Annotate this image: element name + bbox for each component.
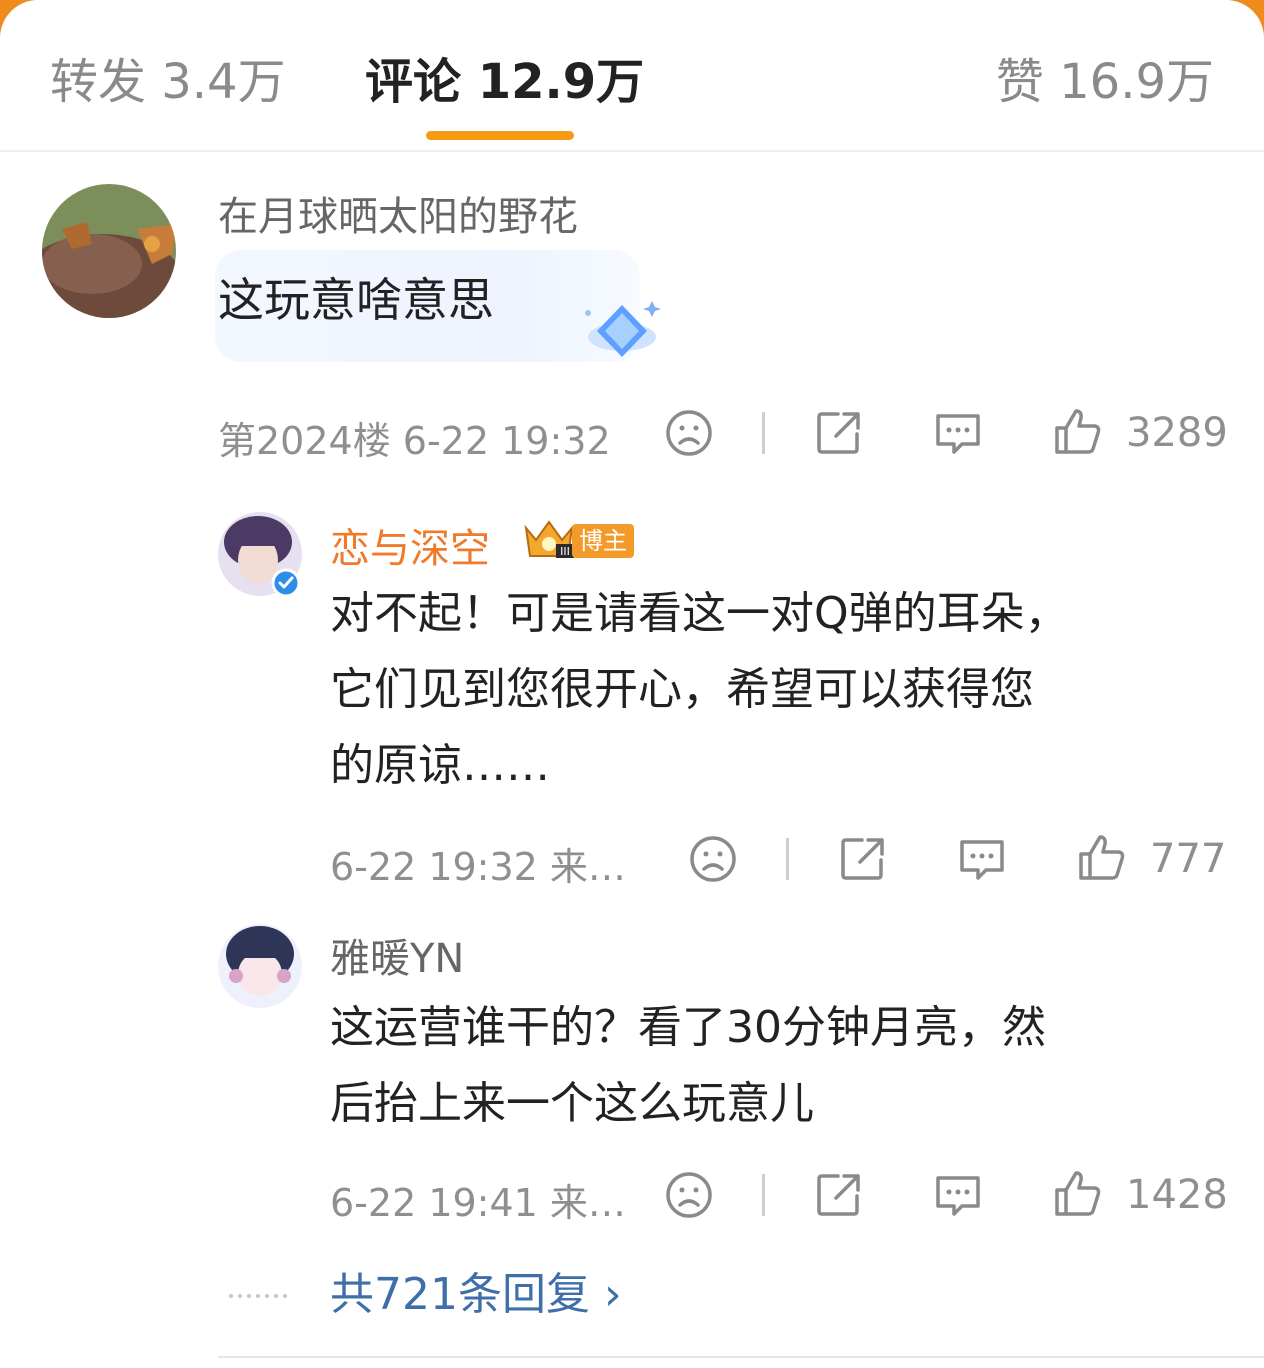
dislike-face-icon[interactable] <box>664 1170 714 1220</box>
reply-text-line: 后抬上来一个这么玩意儿 <box>330 1078 814 1129</box>
like-count: 3289 <box>1126 410 1228 456</box>
reply-time: 6-22 19:41 来… <box>330 1181 626 1225</box>
tab-comment[interactable]: 评论 12.9万 <box>365 42 644 112</box>
reply-text-line: 对不起！可是请看这一对Q弹的耳朵， <box>330 588 1069 639</box>
comment-bubble-icon[interactable] <box>932 1170 984 1222</box>
svg-text:III: III <box>560 545 570 558</box>
crown-icon: III <box>522 518 576 564</box>
like-count: 777 <box>1150 836 1227 882</box>
comment-username[interactable]: 在月球晒太阳的野花 <box>218 184 578 242</box>
tab-repost[interactable]: 转发 3.4万 <box>50 42 286 112</box>
reply-text-line: 它们见到您很开心，希望可以获得您 <box>330 664 1034 715</box>
comment-floor-time: 第2024楼 6-22 19:32 <box>218 419 611 463</box>
comment-text: 这玩意啥意思 <box>218 273 494 327</box>
comment-bubble-icon[interactable] <box>956 834 1008 886</box>
thumbs-up-icon[interactable] <box>1052 1168 1104 1220</box>
dislike-face-icon[interactable] <box>688 834 738 884</box>
reply-text-line: 这运营谁干的？看了30分钟月亮，然 <box>330 1002 1046 1053</box>
comment-bubble-icon[interactable] <box>932 408 984 460</box>
share-icon[interactable] <box>814 1170 864 1220</box>
like-count: 1428 <box>1126 1172 1228 1218</box>
blogger-badge: 博主 <box>572 524 634 558</box>
more-replies-link[interactable]: 共721条回复 › <box>330 1258 622 1322</box>
reply-username[interactable]: 恋与深空 <box>330 516 490 574</box>
avatar[interactable] <box>218 924 302 1008</box>
dislike-face-icon[interactable] <box>664 408 714 458</box>
thumbs-up-icon[interactable] <box>1076 832 1128 884</box>
dotted-leader <box>228 1284 294 1298</box>
share-icon[interactable] <box>838 834 888 884</box>
reply-text-line: 的原谅…… <box>330 740 550 791</box>
reply-username[interactable]: 雅暖YN <box>330 926 464 984</box>
reply-time: 6-22 19:32 来… <box>330 845 626 889</box>
active-tab-indicator <box>426 131 574 140</box>
verified-icon <box>271 568 301 598</box>
avatar[interactable] <box>42 184 176 318</box>
share-icon[interactable] <box>814 408 864 458</box>
bottom-divider <box>218 1356 1264 1358</box>
diamond-sticker-icon <box>575 295 665 365</box>
divider <box>762 1174 765 1216</box>
tab-like[interactable]: 赞 16.9万 <box>996 42 1214 112</box>
divider <box>786 838 789 880</box>
tab-bar: 转发 3.4万 评论 12.9万 赞 16.9万 <box>0 0 1264 152</box>
thumbs-up-icon[interactable] <box>1052 406 1104 458</box>
divider <box>762 412 765 454</box>
